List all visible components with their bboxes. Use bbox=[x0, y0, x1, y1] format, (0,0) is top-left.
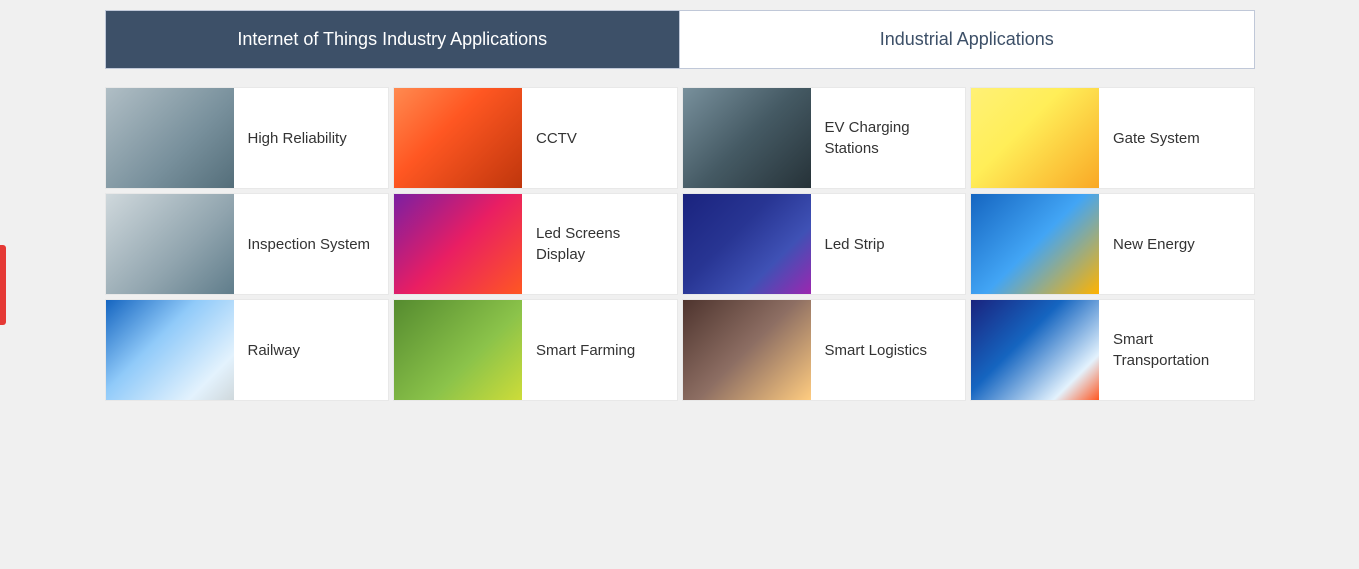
card-img-smart-logistics bbox=[683, 300, 811, 400]
tab-iot[interactable]: Internet of Things Industry Applications bbox=[106, 11, 680, 68]
card-ev-charging[interactable]: EV Charging Stations bbox=[682, 87, 967, 189]
main-container: Internet of Things Industry Applications… bbox=[105, 10, 1255, 401]
card-img-inner-cctv bbox=[394, 88, 522, 188]
card-img-inner-gate-system bbox=[971, 88, 1099, 188]
card-label-smart-logistics: Smart Logistics bbox=[811, 340, 942, 361]
card-grid: High Reliability CCTV EV Charging Stations… bbox=[105, 87, 1255, 401]
card-high-reliability[interactable]: High Reliability bbox=[105, 87, 390, 189]
card-inspection-system[interactable]: Inspection System bbox=[105, 193, 390, 295]
card-smart-farming[interactable]: Smart Farming bbox=[393, 299, 678, 401]
card-gate-system[interactable]: Gate System bbox=[970, 87, 1255, 189]
card-img-led-screens-display bbox=[394, 194, 522, 294]
card-label-railway: Railway bbox=[234, 340, 315, 361]
card-img-smart-transportation bbox=[971, 300, 1099, 400]
card-img-inner-new-energy bbox=[971, 194, 1099, 294]
tab-industrial-label: Industrial Applications bbox=[880, 29, 1054, 49]
card-img-inner-inspection-system bbox=[106, 194, 234, 294]
tab-industrial[interactable]: Industrial Applications bbox=[679, 11, 1254, 68]
red-side-bar bbox=[0, 245, 6, 325]
card-led-strip[interactable]: Led Strip bbox=[682, 193, 967, 295]
card-smart-logistics[interactable]: Smart Logistics bbox=[682, 299, 967, 401]
card-img-inner-smart-farming bbox=[394, 300, 522, 400]
card-label-smart-transportation: Smart Transportation bbox=[1099, 329, 1254, 371]
card-img-inner-led-screens-display bbox=[394, 194, 522, 294]
card-img-new-energy bbox=[971, 194, 1099, 294]
card-label-led-strip: Led Strip bbox=[811, 234, 899, 255]
card-img-railway bbox=[106, 300, 234, 400]
card-img-gate-system bbox=[971, 88, 1099, 188]
card-img-inner-high-reliability bbox=[106, 88, 234, 188]
card-img-inner-smart-logistics bbox=[683, 300, 811, 400]
card-img-smart-farming bbox=[394, 300, 522, 400]
card-label-inspection-system: Inspection System bbox=[234, 234, 385, 255]
card-label-ev-charging: EV Charging Stations bbox=[811, 117, 966, 159]
card-img-inspection-system bbox=[106, 194, 234, 294]
card-label-led-screens-display: Led Screens Display bbox=[522, 223, 677, 265]
tab-bar: Internet of Things Industry Applications… bbox=[105, 10, 1255, 69]
card-label-gate-system: Gate System bbox=[1099, 128, 1214, 149]
card-img-led-strip bbox=[683, 194, 811, 294]
card-img-inner-led-strip bbox=[683, 194, 811, 294]
card-img-inner-smart-transportation bbox=[971, 300, 1099, 400]
card-new-energy[interactable]: New Energy bbox=[970, 193, 1255, 295]
card-img-cctv bbox=[394, 88, 522, 188]
card-smart-transportation[interactable]: Smart Transportation bbox=[970, 299, 1255, 401]
card-railway[interactable]: Railway bbox=[105, 299, 390, 401]
card-label-cctv: CCTV bbox=[522, 128, 591, 149]
card-label-high-reliability: High Reliability bbox=[234, 128, 361, 149]
card-led-screens-display[interactable]: Led Screens Display bbox=[393, 193, 678, 295]
card-img-ev-charging bbox=[683, 88, 811, 188]
card-img-inner-railway bbox=[106, 300, 234, 400]
tab-iot-label: Internet of Things Industry Applications bbox=[237, 29, 547, 49]
card-label-new-energy: New Energy bbox=[1099, 234, 1209, 255]
card-img-high-reliability bbox=[106, 88, 234, 188]
card-cctv[interactable]: CCTV bbox=[393, 87, 678, 189]
card-label-smart-farming: Smart Farming bbox=[522, 340, 649, 361]
card-img-inner-ev-charging bbox=[683, 88, 811, 188]
